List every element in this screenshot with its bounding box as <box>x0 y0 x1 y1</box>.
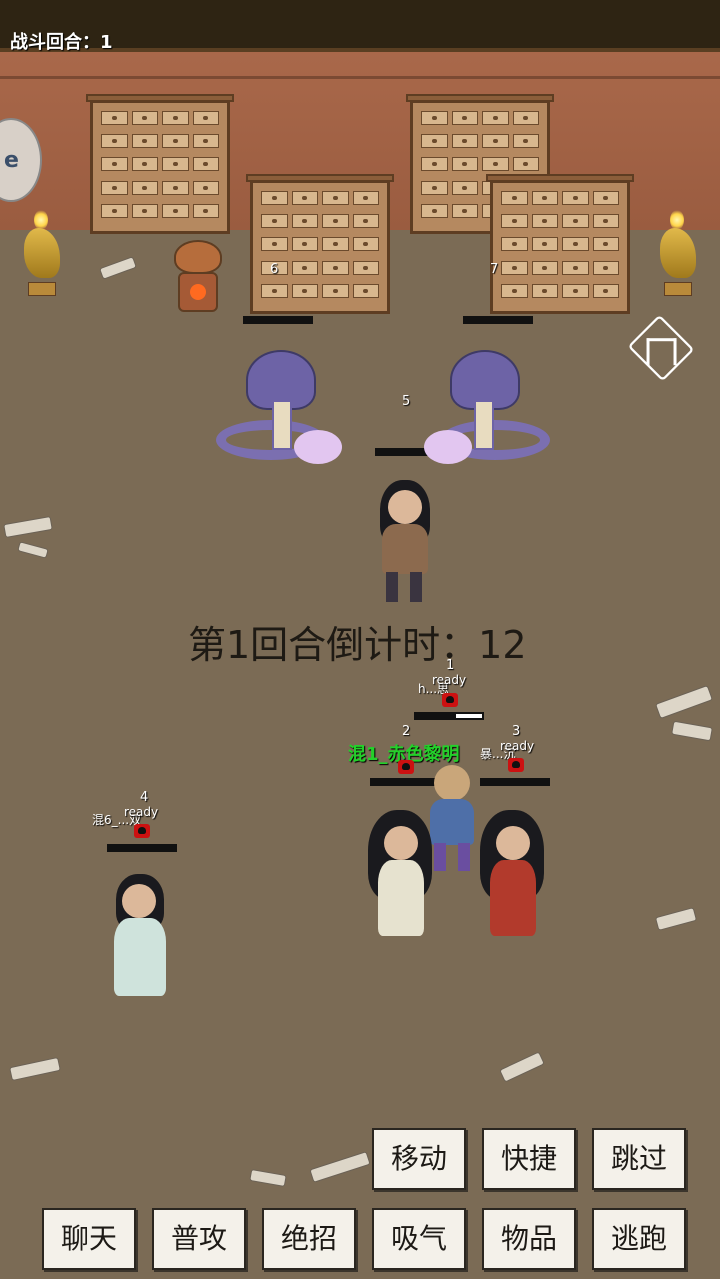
medicine-cabinet-4 <box>490 180 630 314</box>
ally-hp-bar <box>414 712 484 720</box>
lamp-icon <box>20 210 60 300</box>
lamp-icon <box>656 210 696 300</box>
top-bar: 战斗回合：1 <box>0 0 720 53</box>
attack-button[interactable]: 普攻 <box>152 1208 246 1270</box>
round-label: 战斗回合：1 <box>10 32 113 53</box>
wall-trim <box>0 76 720 79</box>
ally-status: ready <box>432 673 467 687</box>
round-countdown: 第1回合倒计时：12 <box>188 623 527 667</box>
side-menu-icon-label: e <box>4 148 19 173</box>
enemy-number: 7 <box>490 262 499 277</box>
ally-hp-bar <box>107 844 177 852</box>
ally-hp-bar <box>480 778 550 786</box>
quick-button[interactable]: 快捷 <box>482 1128 576 1190</box>
ultimate-button[interactable]: 绝招 <box>262 1208 356 1270</box>
breathe-button[interactable]: 吸气 <box>372 1208 466 1270</box>
ally-fighter-white[interactable] <box>108 870 172 1004</box>
skull-icon <box>134 824 150 838</box>
ally-fighter-green[interactable] <box>362 810 438 940</box>
ally-number: 1 <box>446 658 455 673</box>
ally-fighter-red[interactable] <box>474 810 550 940</box>
ally-number: 4 <box>140 790 149 805</box>
skull-icon <box>398 760 414 774</box>
items-button[interactable]: 物品 <box>482 1208 576 1270</box>
enemy-hp-bar <box>463 316 533 324</box>
skull-icon <box>442 693 458 707</box>
enemy-number: 5 <box>402 394 411 409</box>
teapot-icon <box>172 240 224 316</box>
skip-button[interactable]: 跳过 <box>592 1128 686 1190</box>
chat-button[interactable]: 聊天 <box>42 1208 136 1270</box>
ally-number: 3 <box>512 724 521 739</box>
enemy-snake[interactable] <box>420 350 560 470</box>
ally-status: ready <box>124 805 159 819</box>
enemy-hp-bar <box>243 316 313 324</box>
ally-number: 2 <box>402 724 411 739</box>
move-button[interactable]: 移动 <box>372 1128 466 1190</box>
medicine-cabinet-1 <box>90 100 230 234</box>
enemy-snake[interactable] <box>206 350 346 470</box>
medicine-cabinet-3 <box>250 180 390 314</box>
enemy-fighter[interactable] <box>370 480 440 608</box>
skull-icon <box>508 758 524 772</box>
flee-button[interactable]: 逃跑 <box>592 1208 686 1270</box>
ally-status: ready <box>500 739 535 753</box>
enemy-number: 6 <box>270 262 279 277</box>
